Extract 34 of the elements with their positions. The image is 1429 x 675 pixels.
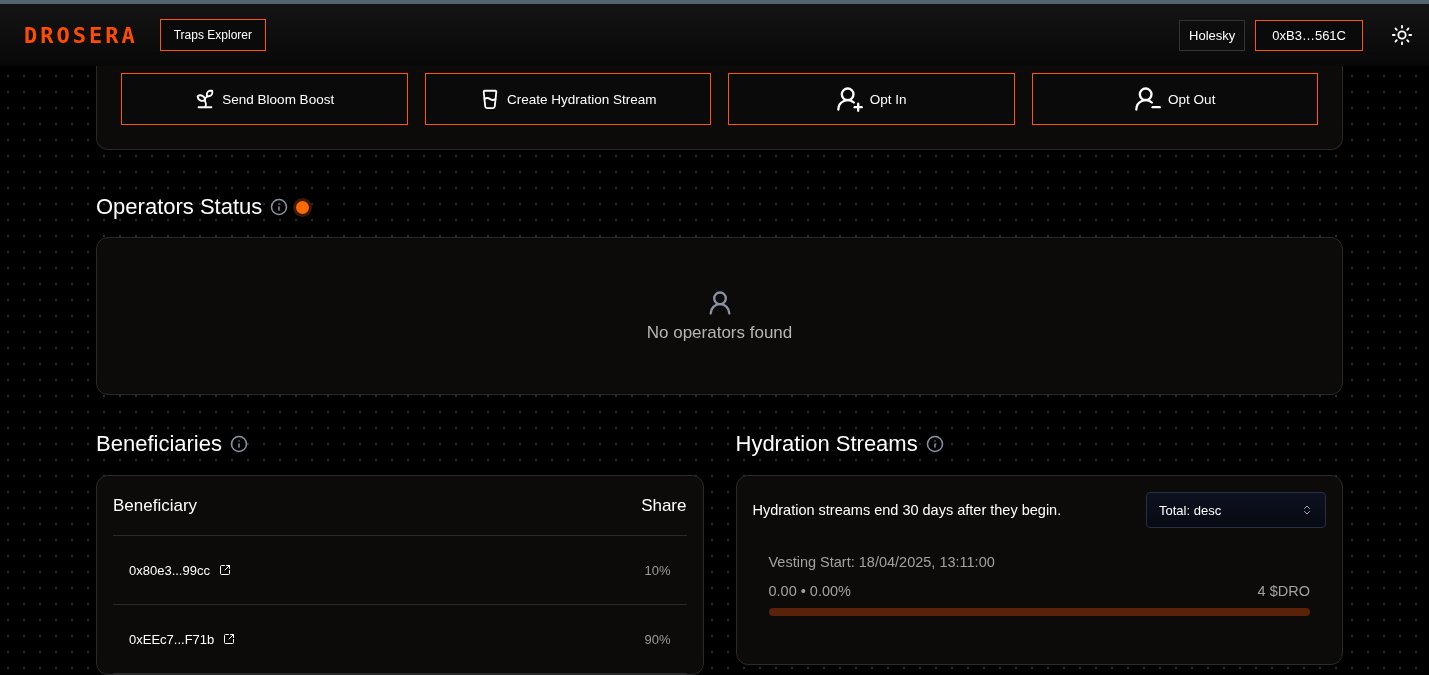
external-link-icon bbox=[218, 564, 231, 576]
section-title: Operators Status bbox=[96, 194, 263, 220]
nav-button[interactable]: Traps Explorer bbox=[159, 19, 266, 51]
column-header: Beneficiary bbox=[113, 495, 198, 516]
progress-text: 0.00 • 0.00% bbox=[768, 583, 851, 599]
empty-message: No operators found bbox=[646, 323, 793, 343]
action-button[interactable]: Opt In bbox=[728, 73, 1015, 125]
share-value: 10% bbox=[644, 562, 671, 578]
info-icon[interactable] bbox=[229, 435, 248, 453]
status-dot bbox=[296, 200, 310, 214]
user-minus-icon bbox=[1134, 85, 1163, 113]
vesting-start: Vesting Start: 18/04/2025, 13:11:00 bbox=[768, 554, 996, 570]
section-title: Hydration Streams bbox=[735, 431, 918, 457]
sun-icon bbox=[1391, 24, 1413, 46]
share-value: 90% bbox=[644, 631, 671, 647]
stream-total: 4 $DRO bbox=[1257, 583, 1310, 599]
column-header: Share bbox=[641, 495, 687, 516]
logo[interactable]: DROSERA bbox=[24, 22, 138, 48]
action-button[interactable]: Create Hydration Stream bbox=[424, 73, 711, 125]
section-title: Beneficiaries bbox=[96, 431, 222, 457]
wallet-button[interactable]: 0xB3…561C bbox=[1255, 19, 1363, 51]
sort-select[interactable]: Total: desc bbox=[1146, 492, 1326, 528]
info-icon[interactable] bbox=[925, 435, 944, 453]
info-icon[interactable] bbox=[270, 198, 289, 216]
user-plus-icon bbox=[835, 85, 864, 113]
action-button[interactable]: Opt Out bbox=[1031, 73, 1318, 125]
address-link[interactable]: 0xEEc7...F71b bbox=[129, 631, 236, 647]
network-button[interactable]: Holesky bbox=[1179, 19, 1246, 51]
streams-note: Hydration streams end 30 days after they begin. bbox=[752, 502, 1062, 518]
address-link[interactable]: 0x80e3...99cc bbox=[129, 562, 231, 578]
external-link-icon bbox=[223, 633, 236, 645]
chevrons-icon bbox=[1301, 504, 1313, 516]
action-button[interactable]: Send Bloom Boost bbox=[121, 73, 408, 125]
theme-toggle-button[interactable] bbox=[1389, 22, 1415, 48]
